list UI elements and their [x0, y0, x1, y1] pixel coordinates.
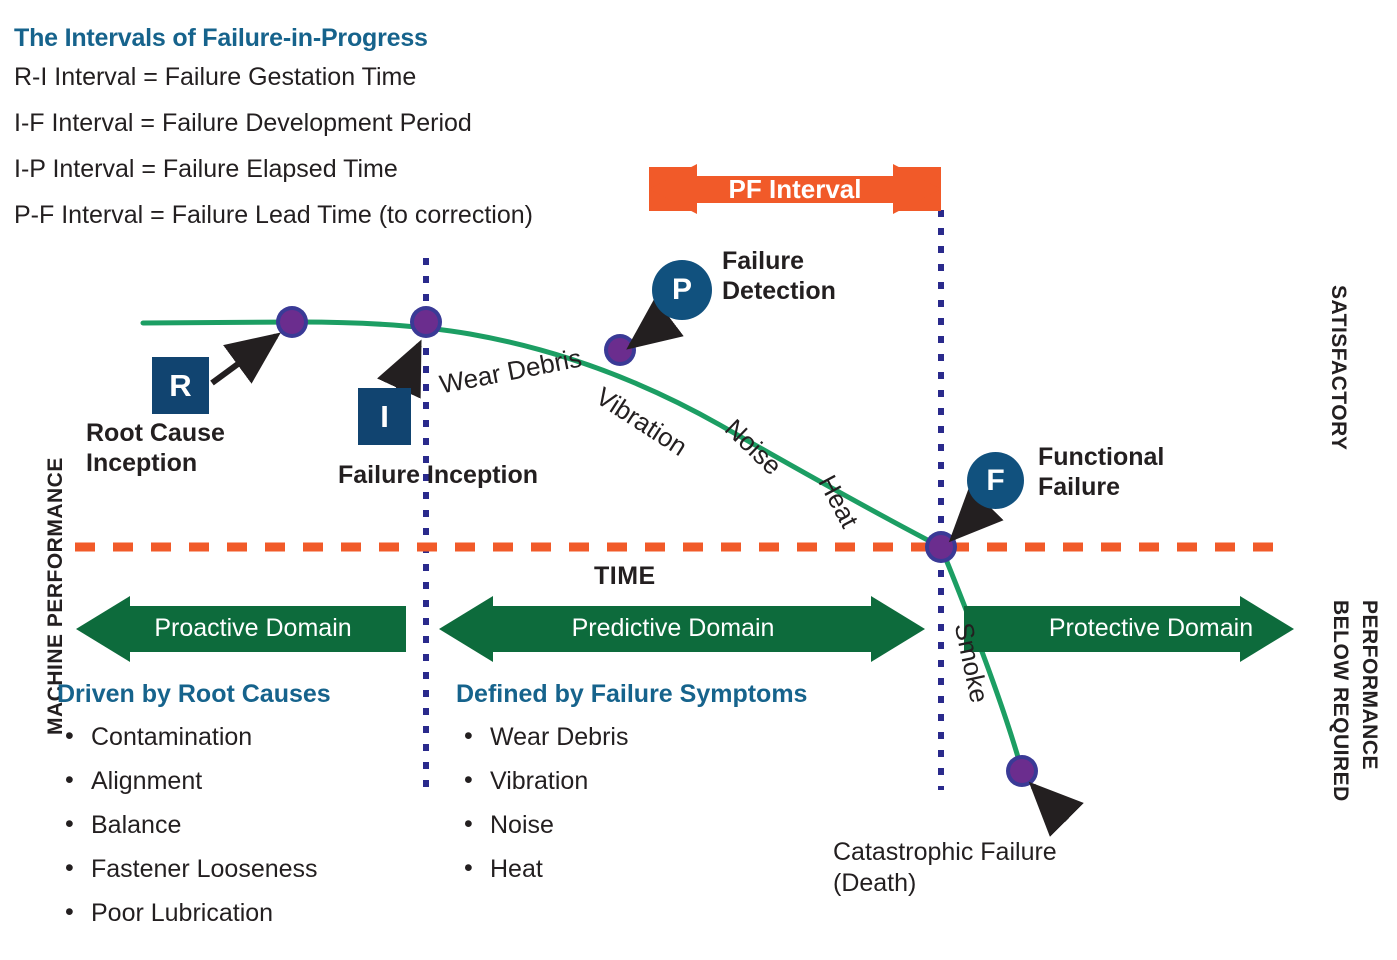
page-title: The Intervals of Failure-in-Progress [14, 24, 428, 52]
marker-badge-p[interactable]: P [652, 260, 712, 320]
list-item: Fastener Looseness [57, 846, 331, 891]
callout-catastrophic-line1: Catastrophic Failure [833, 838, 1057, 866]
root-causes-heading: Driven by Root Causes [57, 680, 331, 708]
protective-domain-label: Protective Domain [1048, 614, 1254, 642]
pf-interval-label: PF Interval [728, 174, 862, 204]
root-causes-list-block: Driven by Root Causes Contamination Alig… [57, 680, 331, 935]
x-axis-label: TIME [594, 562, 656, 590]
curve-point-failure-detection [604, 334, 636, 366]
callout-functional-failure: Functional Failure [1038, 442, 1164, 502]
callout-root-cause-inception: Root Cause Inception [86, 418, 225, 478]
callout-root-cause-line1: Root Cause [86, 419, 225, 447]
failure-symptoms-list-block: Defined by Failure Symptoms Wear Debris … [456, 680, 807, 891]
list-item: Balance [57, 802, 331, 847]
failure-symptoms-heading: Defined by Failure Symptoms [456, 680, 808, 708]
interval-definition-3: I-P Interval = Failure Elapsed Time [14, 155, 398, 183]
list-item: Poor Lubrication [57, 890, 331, 935]
callout-catastrophic-failure: Catastrophic Failure (Death) [833, 837, 1057, 899]
list-item: Wear Debris [456, 714, 807, 759]
list-item: Heat [456, 846, 807, 891]
callout-root-cause-line2: Inception [86, 449, 198, 477]
marker-badge-i[interactable]: I [358, 388, 411, 445]
right-label-performance: PERFORMANCE [1358, 600, 1381, 771]
list-item: Noise [456, 802, 807, 847]
pointer-arrow-catastrophic [1028, 781, 1084, 837]
interval-definition-4: P-F Interval = Failure Lead Time (to cor… [14, 201, 533, 229]
interval-definition-2: I-F Interval = Failure Development Perio… [14, 109, 472, 137]
proactive-domain-label: Proactive Domain [154, 614, 352, 642]
callout-failure-detection-line1: Failure [722, 247, 804, 275]
callout-functional-failure-line2: Failure [1038, 473, 1120, 501]
diagram-canvas: The Intervals of Failure-in-Progress R-I… [0, 0, 1397, 960]
marker-badge-f[interactable]: F [967, 452, 1024, 509]
right-label-satisfactory: SATISFACTORY [1327, 285, 1350, 451]
pointer-arrow-f [948, 486, 1004, 543]
curve-point-failure-inception [410, 306, 442, 338]
right-label-below-required: BELOW REQUIRED [1329, 600, 1352, 802]
curve-point-root-cause [276, 306, 308, 338]
pointer-arrow-p [626, 297, 684, 350]
callout-failure-detection-line2: Detection [722, 277, 836, 305]
predictive-domain-label: Predictive Domain [571, 614, 775, 642]
callout-catastrophic-line2: (Death) [833, 869, 917, 897]
root-causes-list: Contamination Alignment Balance Fastener… [57, 714, 331, 935]
list-item: Alignment [57, 758, 331, 803]
curve-point-catastrophic-failure [1006, 755, 1038, 787]
list-item: Vibration [456, 758, 807, 803]
list-item: Contamination [57, 714, 331, 759]
callout-failure-detection: Failure Detection [722, 246, 836, 306]
interval-definition-1: R-I Interval = Failure Gestation Time [14, 63, 417, 91]
pointer-arrow-r [210, 332, 281, 386]
header-block: The Intervals of Failure-in-Progress R-I… [14, 22, 533, 238]
callout-functional-failure-line1: Functional [1038, 443, 1165, 471]
failure-symptoms-list: Wear Debris Vibration Noise Heat [456, 714, 807, 891]
marker-badge-r[interactable]: R [152, 357, 209, 414]
callout-failure-inception: Failure Inception [338, 461, 539, 489]
